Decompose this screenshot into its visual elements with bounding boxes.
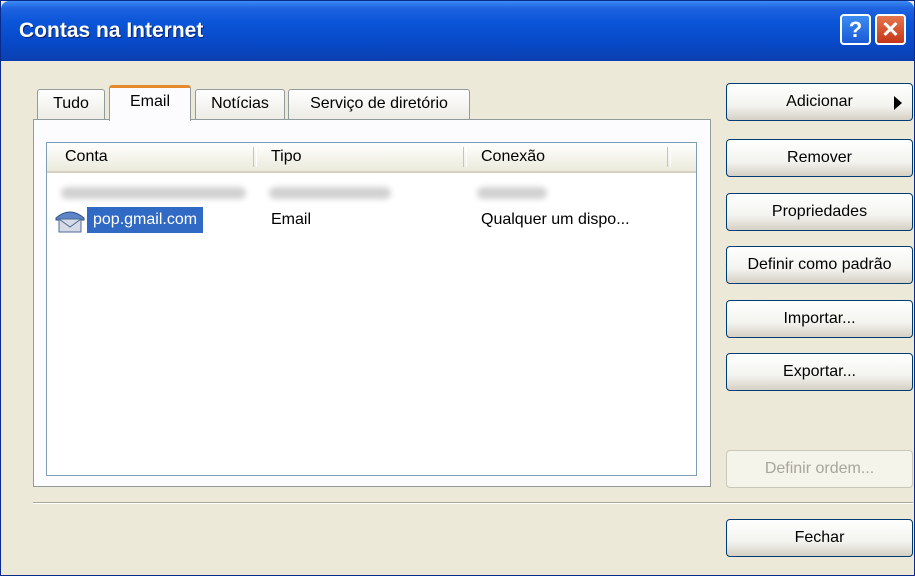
tab-email[interactable]: Email — [109, 85, 191, 121]
tab-noticias[interactable]: Notícias — [195, 89, 285, 119]
column-divider[interactable] — [253, 147, 257, 167]
dialog-separator — [33, 502, 913, 504]
internet-accounts-dialog: Contas na Internet ? ✕ Tudo Email Notíci… — [0, 0, 915, 576]
add-button-label: Adicionar — [786, 93, 853, 110]
remove-button[interactable]: Remover — [726, 139, 913, 177]
set-default-button[interactable]: Definir como padrão — [726, 246, 913, 284]
import-button[interactable]: Importar... — [726, 300, 913, 338]
close-button[interactable]: Fechar — [726, 519, 913, 557]
column-divider[interactable] — [667, 147, 671, 167]
list-header: Conta Tipo Conexão — [47, 143, 696, 173]
blurred-account-type — [269, 187, 391, 199]
window-title: Contas na Internet — [19, 19, 204, 42]
accounts-list[interactable]: Conta Tipo Conexão pop.gmail.com Email Q… — [46, 142, 697, 476]
blurred-account-name — [61, 187, 246, 199]
set-order-button[interactable]: Definir ordem... — [726, 450, 913, 488]
column-header-tipo[interactable]: Tipo — [271, 143, 302, 171]
account-name-pop-gmail[interactable]: pop.gmail.com — [87, 207, 204, 233]
add-button[interactable]: Adicionar — [726, 83, 913, 121]
submenu-arrow-icon — [894, 96, 902, 110]
account-connection[interactable]: Qualquer um dispo... — [481, 207, 630, 233]
title-bar[interactable]: Contas na Internet ? ✕ — [1, 1, 914, 61]
tab-panel: Conta Tipo Conexão pop.gmail.com Email Q… — [33, 119, 711, 487]
help-button[interactable]: ? — [840, 14, 871, 45]
tab-servico-diretorio[interactable]: Serviço de diretório — [288, 89, 470, 119]
tab-tudo[interactable]: Tudo — [37, 89, 105, 119]
column-header-conta[interactable]: Conta — [65, 143, 108, 171]
export-button[interactable]: Exportar... — [726, 353, 913, 391]
column-header-conexao[interactable]: Conexão — [481, 143, 545, 171]
email-account-icon — [55, 211, 85, 233]
close-window-button[interactable]: ✕ — [875, 14, 906, 45]
properties-button[interactable]: Propriedades — [726, 193, 913, 231]
blurred-account-connection — [477, 187, 547, 199]
account-type[interactable]: Email — [271, 207, 311, 233]
column-divider[interactable] — [463, 147, 467, 167]
